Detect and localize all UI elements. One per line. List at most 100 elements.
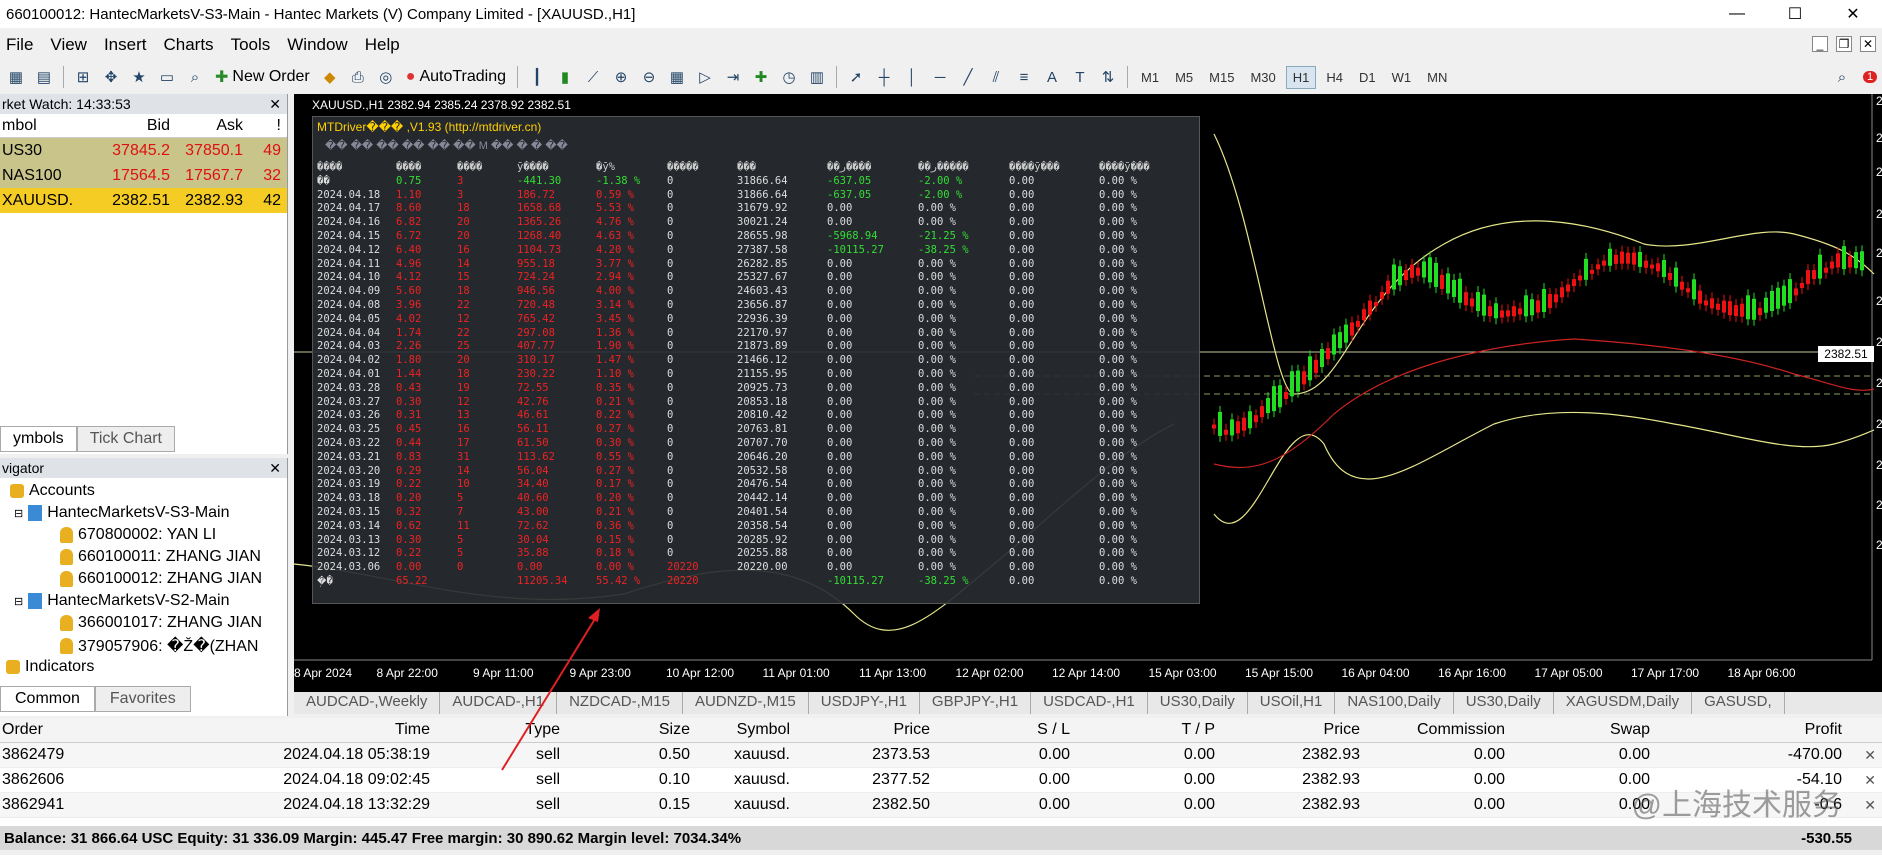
nav-server-2[interactable]: ⊟ HantecMarketsV-S2-Main <box>14 592 230 610</box>
col-ask[interactable]: Ask <box>170 117 243 135</box>
table-row[interactable]: 3862606 2024.04.18 09:02:45 sell 0.10 xauusd… <box>0 768 1882 793</box>
tf-m30[interactable]: M30 <box>1244 67 1281 88</box>
zoom-in-icon[interactable]: ⊕ <box>609 65 633 89</box>
trendline-icon[interactable]: ╱ <box>956 65 980 89</box>
minimize-button[interactable]: — <box>1708 0 1766 28</box>
periods-icon[interactable]: ◷ <box>777 65 801 89</box>
menu-help[interactable]: Help <box>359 35 411 55</box>
navigator-icon[interactable]: ★ <box>127 65 151 89</box>
col-order[interactable]: Order <box>0 721 178 739</box>
col-sl[interactable]: S / L <box>934 721 1074 739</box>
arrows-icon[interactable]: ⇅ <box>1096 65 1120 89</box>
tab-tick-chart[interactable]: Tick Chart <box>76 426 175 452</box>
autotrading-button[interactable]: ● AutoTrading <box>402 68 510 86</box>
vertical-line-icon[interactable]: │ <box>900 65 924 89</box>
close-icon[interactable]: ✕ <box>269 96 281 113</box>
col-time[interactable]: Time <box>178 721 434 739</box>
collapse-icon[interactable]: ⊟ <box>14 595 23 608</box>
nav-server-1[interactable]: ⊟ HantecMarketsV-S3-Main <box>14 504 230 522</box>
zoom-out-icon[interactable]: ⊖ <box>637 65 661 89</box>
market-watch-icon[interactable]: ⊞ <box>71 65 95 89</box>
menu-view[interactable]: View <box>44 35 98 55</box>
nav-accounts[interactable]: Accounts <box>10 482 95 500</box>
line-chart-icon[interactable]: ⟋ <box>581 65 605 89</box>
chart-tab[interactable]: USOil,H1 <box>1248 692 1336 714</box>
table-row[interactable]: 3862941 2024.04.18 13:32:29 sell 0.15 xauusd… <box>0 793 1882 818</box>
new-chart-icon[interactable]: ▦ <box>4 65 28 89</box>
col-profit[interactable]: Profit <box>1654 721 1864 739</box>
terminal-icon[interactable]: ▭ <box>155 65 179 89</box>
col-bid[interactable]: Bid <box>95 117 170 135</box>
horizontal-line-icon[interactable]: ─ <box>928 65 952 89</box>
cursor-icon[interactable]: ➚ <box>844 65 868 89</box>
menu-window[interactable]: Window <box>281 35 358 55</box>
market-watch-row[interactable]: US30 37845.2 37850.1 49 <box>0 138 287 163</box>
text-label-icon[interactable]: T <box>1068 65 1092 89</box>
meta-editor-icon[interactable]: ◆ <box>318 65 342 89</box>
fibonacci-icon[interactable]: ≡ <box>1012 65 1036 89</box>
tf-h1[interactable]: H1 <box>1285 65 1317 89</box>
nav-account[interactable]: 366001017: ZHANG JIAN <box>60 614 262 632</box>
data-window-icon[interactable]: ✥ <box>99 65 123 89</box>
equidistant-channel-icon[interactable]: ⫽ <box>984 65 1008 89</box>
nav-account[interactable]: 379057906: �Ž�(ZHAN <box>60 636 258 656</box>
chart-tab[interactable]: NAS100,Daily <box>1335 692 1454 714</box>
col-swap[interactable]: Swap <box>1509 721 1654 739</box>
maximize-button[interactable]: ☐ <box>1766 0 1824 28</box>
tf-h4[interactable]: H4 <box>1320 67 1349 88</box>
tf-d1[interactable]: D1 <box>1353 67 1382 88</box>
menu-tools[interactable]: Tools <box>225 35 282 55</box>
text-icon[interactable]: A <box>1040 65 1064 89</box>
col-symbol[interactable]: mbol <box>0 117 95 135</box>
mdi-restore-button[interactable]: ❐ <box>1836 36 1852 52</box>
chart-tab[interactable]: XAGUSDM,Daily <box>1554 692 1693 714</box>
tile-windows-icon[interactable]: ▦ <box>665 65 689 89</box>
chart-tab[interactable]: GASUSD, <box>1692 692 1785 714</box>
menu-insert[interactable]: Insert <box>98 35 158 55</box>
nav-account[interactable]: 660100011: ZHANG JIAN <box>60 548 261 566</box>
chart-tab[interactable]: US30,Daily <box>1148 692 1248 714</box>
col-price[interactable]: Price <box>794 721 934 739</box>
menu-charts[interactable]: Charts <box>157 35 224 55</box>
tf-m5[interactable]: M5 <box>1169 67 1199 88</box>
print-icon[interactable]: ⎙ <box>346 65 370 89</box>
col-tp[interactable]: T / P <box>1074 721 1219 739</box>
profiles-icon[interactable]: ▤ <box>32 65 56 89</box>
close-order-icon[interactable]: ✕ <box>1864 747 1876 764</box>
table-row[interactable]: 3862479 2024.04.18 05:38:19 sell 0.50 xauusd… <box>0 743 1882 768</box>
strategy-tester-icon[interactable]: ⌕ <box>183 65 207 89</box>
nav-indicators[interactable]: Indicators <box>6 658 94 676</box>
collapse-icon[interactable]: ⊟ <box>14 507 23 520</box>
close-order-icon[interactable]: ✕ <box>1864 772 1876 789</box>
nav-account[interactable]: 670800002: YAN LI <box>60 526 216 544</box>
close-button[interactable]: ✕ <box>1824 0 1882 28</box>
tf-w1[interactable]: W1 <box>1386 67 1418 88</box>
candlestick-icon[interactable]: ▮ <box>553 65 577 89</box>
col-commission[interactable]: Commission <box>1364 721 1509 739</box>
chart-tab[interactable]: USDCAD-,H1 <box>1031 692 1148 714</box>
alerts-icon[interactable]: 1 <box>1858 65 1882 89</box>
menu-file[interactable]: File <box>0 35 44 55</box>
col-spread[interactable]: ! <box>243 117 281 135</box>
tf-mn[interactable]: MN <box>1421 67 1453 88</box>
chart-tab[interactable]: USDJPY-,H1 <box>809 692 920 714</box>
chart-tab[interactable]: AUDCAD-,Weekly <box>294 692 441 714</box>
new-order-button[interactable]: ✚ New Order <box>211 67 314 87</box>
tab-common[interactable]: Common <box>0 686 95 712</box>
close-icon[interactable]: ✕ <box>269 460 281 477</box>
nav-account[interactable]: 660100012: ZHANG JIAN <box>60 570 262 588</box>
tf-m15[interactable]: M15 <box>1203 67 1240 88</box>
crosshair-icon[interactable]: ┼ <box>872 65 896 89</box>
mdi-close-button[interactable]: ✕ <box>1860 36 1876 52</box>
auto-scroll-icon[interactable]: ▷ <box>693 65 717 89</box>
col-current-price[interactable]: Price <box>1219 721 1364 739</box>
globe-icon[interactable]: ◎ <box>374 65 398 89</box>
chart-tab[interactable]: GBPJPY-,H1 <box>920 692 1032 714</box>
chart-tab[interactable]: US30,Daily <box>1454 692 1554 714</box>
tab-symbols[interactable]: ymbols <box>0 426 77 452</box>
mdi-minimize-button[interactable]: _ <box>1812 36 1828 52</box>
tab-favorites[interactable]: Favorites <box>94 686 191 712</box>
bar-chart-icon[interactable]: ┃ <box>525 65 549 89</box>
tf-m1[interactable]: M1 <box>1135 67 1165 88</box>
indicators-icon[interactable]: ✚ <box>749 65 773 89</box>
